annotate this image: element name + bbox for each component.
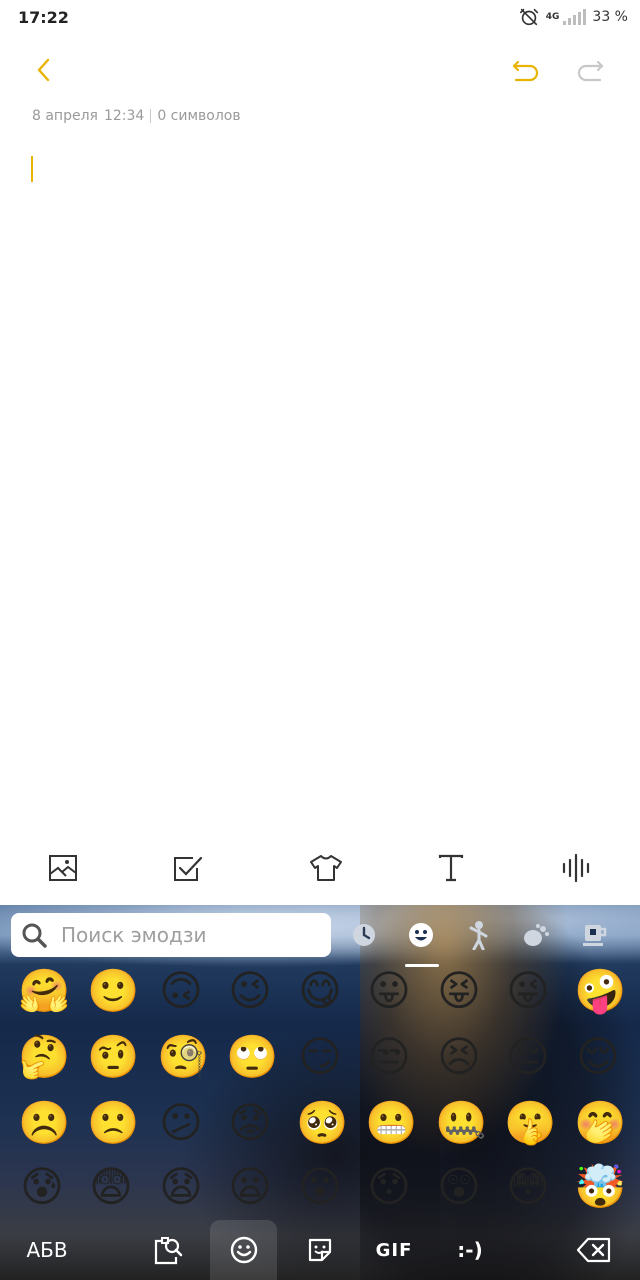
emoji-key[interactable]: 😕: [157, 1099, 205, 1147]
text-format-icon: [438, 854, 464, 882]
clipboard-search-key[interactable]: [140, 1220, 196, 1280]
emoji-key[interactable]: 🙄: [226, 1033, 278, 1081]
network-type: 4G: [545, 11, 560, 22]
back-button[interactable]: [24, 50, 64, 90]
chevron-left-icon: [37, 58, 50, 82]
abc-key[interactable]: АБВ: [12, 1220, 82, 1280]
emoji-key[interactable]: 😜: [504, 967, 552, 1015]
theme-button[interactable]: [306, 848, 346, 888]
emoji-key[interactable]: 🤗: [18, 967, 70, 1015]
emoji-key-active[interactable]: [210, 1220, 277, 1280]
search-placeholder: Поиск эмодзи: [61, 923, 207, 947]
undo-button[interactable]: [506, 50, 546, 90]
emoji-key[interactable]: 😦: [226, 1163, 274, 1211]
emoji-key[interactable]: 🤯: [574, 1163, 626, 1211]
search-icon: [22, 923, 47, 948]
note-meta: 8 апреля 12:34 0 символов: [32, 108, 241, 124]
emoji-key[interactable]: 🙃: [157, 967, 205, 1015]
emoticon-key[interactable]: :-): [442, 1220, 498, 1280]
emoji-key[interactable]: 😏: [296, 1033, 344, 1081]
emoji-key[interactable]: 🙂: [87, 967, 139, 1015]
alarm-off-icon: [519, 8, 538, 26]
nature-icon: [524, 924, 549, 946]
emoji-key[interactable]: 😰: [18, 1163, 66, 1211]
checklist-button[interactable]: [168, 848, 208, 888]
keyboard-bottom-row: АБВ GIF:-): [0, 1220, 640, 1280]
smileys-icon: [409, 923, 433, 947]
category-recent[interactable]: [346, 917, 382, 953]
note-time: 12:34: [103, 108, 145, 124]
status-time: 17:22: [18, 8, 69, 27]
emoji-key[interactable]: 🙁: [87, 1099, 139, 1147]
emoji-key[interactable]: 🤫: [504, 1099, 556, 1147]
emoji-key[interactable]: 😋: [296, 967, 344, 1015]
emoji-category-tabs: [340, 913, 640, 969]
category-food[interactable]: [576, 917, 612, 953]
emoji-key[interactable]: 😣: [435, 1033, 483, 1081]
clipboard-search-icon: [154, 1237, 183, 1265]
category-nature[interactable]: [518, 917, 554, 953]
checkbox-icon: [174, 856, 203, 881]
status-icons: 4G 33 %: [518, 6, 628, 28]
char-count: 0 символов: [157, 108, 241, 124]
food-icon: [583, 925, 607, 946]
status-bar: 17:22 4G 33 %: [0, 0, 640, 34]
redo-button[interactable]: [570, 50, 610, 90]
emoji-key[interactable]: 😝: [435, 967, 483, 1015]
redo-icon: [577, 60, 604, 82]
text-format-button[interactable]: [431, 848, 471, 888]
emoji-key[interactable]: 🧐: [157, 1033, 209, 1081]
undo-icon: [512, 60, 539, 82]
meta-divider: [150, 109, 152, 123]
emoji-key[interactable]: 😨: [87, 1163, 135, 1211]
emoji-key[interactable]: 🤔: [18, 1033, 70, 1081]
image-icon: [49, 855, 77, 881]
emoji-key[interactable]: 😬: [365, 1099, 417, 1147]
insert-image-button[interactable]: [43, 848, 83, 888]
emoji-key[interactable]: 😧: [157, 1163, 205, 1211]
category-people[interactable]: [461, 917, 497, 953]
emoji-key[interactable]: 😌: [574, 1033, 622, 1081]
emoji-search-input[interactable]: Поиск эмодзи: [11, 913, 331, 957]
voice-button[interactable]: [557, 848, 597, 888]
emoji-key[interactable]: 🤐: [435, 1099, 487, 1147]
emoji-row: 🤔 🤨 🧐 🙄 😏 😒 😣 😔 😌: [0, 1033, 640, 1099]
recent-icon: [353, 924, 375, 946]
emoji-key[interactable]: 🤪: [574, 967, 626, 1015]
emoji-key[interactable]: ☹️: [18, 1099, 70, 1147]
emoji-key[interactable]: 😒: [365, 1033, 413, 1081]
emoji-key[interactable]: 🤨: [87, 1033, 139, 1081]
emoji-key[interactable]: 😉: [226, 967, 274, 1015]
signal-icon: [563, 9, 587, 25]
emoji-key[interactable]: 🥺: [296, 1099, 348, 1147]
emoji-keyboard: Поиск эмодзи 🤗 🙂 🙃 😉 😋 😛 😝 😜 🤪 🤔 🤨 🧐 🙄 😏…: [0, 905, 640, 1280]
battery-level: 33 %: [592, 9, 628, 25]
tshirt-icon: [310, 855, 342, 881]
note-date: 8 апреля: [32, 108, 98, 124]
emoji-key[interactable]: 😟: [226, 1099, 274, 1147]
text-cursor[interactable]: [31, 156, 33, 182]
category-smileys[interactable]: [403, 917, 439, 953]
backspace-key[interactable]: [566, 1220, 622, 1280]
backspace-icon: [576, 1237, 611, 1263]
format-bar: [0, 838, 640, 900]
voice-icon: [562, 853, 590, 883]
emoji-key[interactable]: 😳: [504, 1163, 552, 1211]
smiley-icon: [230, 1236, 257, 1264]
emoji-key[interactable]: 😛: [365, 967, 413, 1015]
sticker-key[interactable]: [292, 1220, 348, 1280]
gif-key[interactable]: GIF: [366, 1220, 422, 1280]
emoji-key[interactable]: 🤭: [574, 1099, 626, 1147]
sticker-icon: [308, 1238, 332, 1262]
emoji-key[interactable]: 😮: [296, 1163, 344, 1211]
note-toolbar: [0, 40, 640, 96]
emoji-key[interactable]: 😲: [435, 1163, 483, 1211]
emoji-row: ☹️ 🙁 😕 😟 🥺 😬 🤐 🤫 🤭: [0, 1099, 640, 1165]
emoji-key[interactable]: 😯: [365, 1163, 413, 1211]
people-icon: [469, 921, 488, 950]
emoji-key[interactable]: 😔: [504, 1033, 552, 1081]
emoji-row: 🤗 🙂 🙃 😉 😋 😛 😝 😜 🤪: [0, 967, 640, 1033]
